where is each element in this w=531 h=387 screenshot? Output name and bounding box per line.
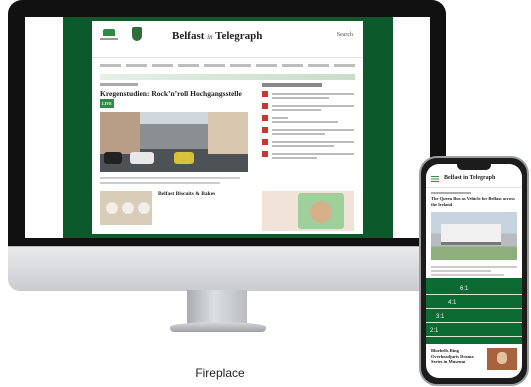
story-summary xyxy=(100,176,252,184)
site-brand[interactable]: Belfast in Telegraph xyxy=(172,30,262,42)
list-item[interactable] xyxy=(262,127,354,135)
building-right xyxy=(208,111,248,154)
monitor-bezel: Belfast in Telegraph Search Kregenstudie… xyxy=(8,0,446,246)
secondary-story[interactable]: Belfast Biscuits & Bakes xyxy=(100,190,252,225)
phone-screen: Belfast in Telegraph The Queen Bus as Ve… xyxy=(426,164,522,378)
score-label: 3:1 xyxy=(436,314,445,320)
crest-icon xyxy=(132,27,142,41)
score-label: 4:1 xyxy=(448,300,457,306)
phone-brand[interactable]: Belfast in Telegraph xyxy=(444,175,495,181)
brand-main: Belfast xyxy=(172,30,205,42)
advert-image[interactable] xyxy=(262,191,354,231)
monitor-chin xyxy=(8,246,446,291)
brand-end: Telegraph xyxy=(215,30,263,42)
list-item[interactable] xyxy=(262,115,354,123)
menu-icon[interactable] xyxy=(431,176,439,182)
main-story[interactable]: Kregenstudien: Rock’n’roll Hochgangsstel… xyxy=(100,83,252,225)
score-label: 2:1 xyxy=(430,328,439,334)
phone-kicker xyxy=(431,192,471,194)
phone-header: Belfast in Telegraph xyxy=(426,173,522,188)
car-yellow xyxy=(174,151,194,164)
sidebar-title xyxy=(262,83,322,87)
smartphone: Belfast in Telegraph The Queen Bus as Ve… xyxy=(419,156,529,386)
device-caption: Fireplace xyxy=(195,366,245,380)
headline-text: Kregenstudien: Rock’n’roll Hochgangsstel… xyxy=(100,89,242,98)
story-kicker xyxy=(100,83,138,86)
story-headline[interactable]: Kregenstudien: Rock’n’roll Hochgangsstel… xyxy=(100,89,252,108)
phone-bottom-story[interactable]: Bluebells Ring Overheadjuris Drama Serie… xyxy=(431,348,517,370)
score-label: 6:1 xyxy=(460,286,469,292)
website-page: Belfast in Telegraph Search Kregenstudie… xyxy=(92,21,363,234)
desktop-monitor: Belfast in Telegraph Search Kregenstudie… xyxy=(8,0,446,291)
topic-bar[interactable] xyxy=(100,74,355,80)
search-link[interactable]: Search xyxy=(337,32,353,38)
list-item[interactable] xyxy=(262,91,354,99)
phone-notch xyxy=(457,164,491,170)
secondary-thumb xyxy=(100,190,152,225)
list-item[interactable] xyxy=(262,139,354,147)
site-header: Belfast in Telegraph Search xyxy=(92,21,363,58)
list-item[interactable] xyxy=(262,151,354,159)
monitor-screen: Belfast in Telegraph Search Kregenstudie… xyxy=(25,17,430,238)
site-nav[interactable] xyxy=(100,62,355,70)
phone-hero-image[interactable] xyxy=(431,212,517,260)
car-white xyxy=(130,151,154,164)
brand-mid: in xyxy=(207,33,213,41)
phone-bottom-image xyxy=(487,348,517,370)
phone-headline[interactable]: The Queen Bus as Vehicle for Belfast acr… xyxy=(431,196,517,207)
car-dark xyxy=(104,151,122,164)
phone-summary xyxy=(431,264,517,276)
list-item[interactable] xyxy=(262,103,354,111)
secondary-headline[interactable]: Belfast Biscuits & Bakes xyxy=(158,191,215,225)
live-badge: LIVE xyxy=(100,98,114,108)
phone-score-graphic[interactable]: 6:1 4:1 3:1 2:1 xyxy=(426,278,522,344)
hero-image[interactable] xyxy=(100,111,248,172)
monitor-stand xyxy=(187,290,247,324)
phone-bottom-headline: Bluebells Ring Overheadjuris Drama Serie… xyxy=(431,348,474,364)
partner-logo-icon xyxy=(100,29,118,43)
building-left xyxy=(100,111,140,154)
sidebar-list xyxy=(262,83,354,163)
monitor-base xyxy=(170,322,266,332)
